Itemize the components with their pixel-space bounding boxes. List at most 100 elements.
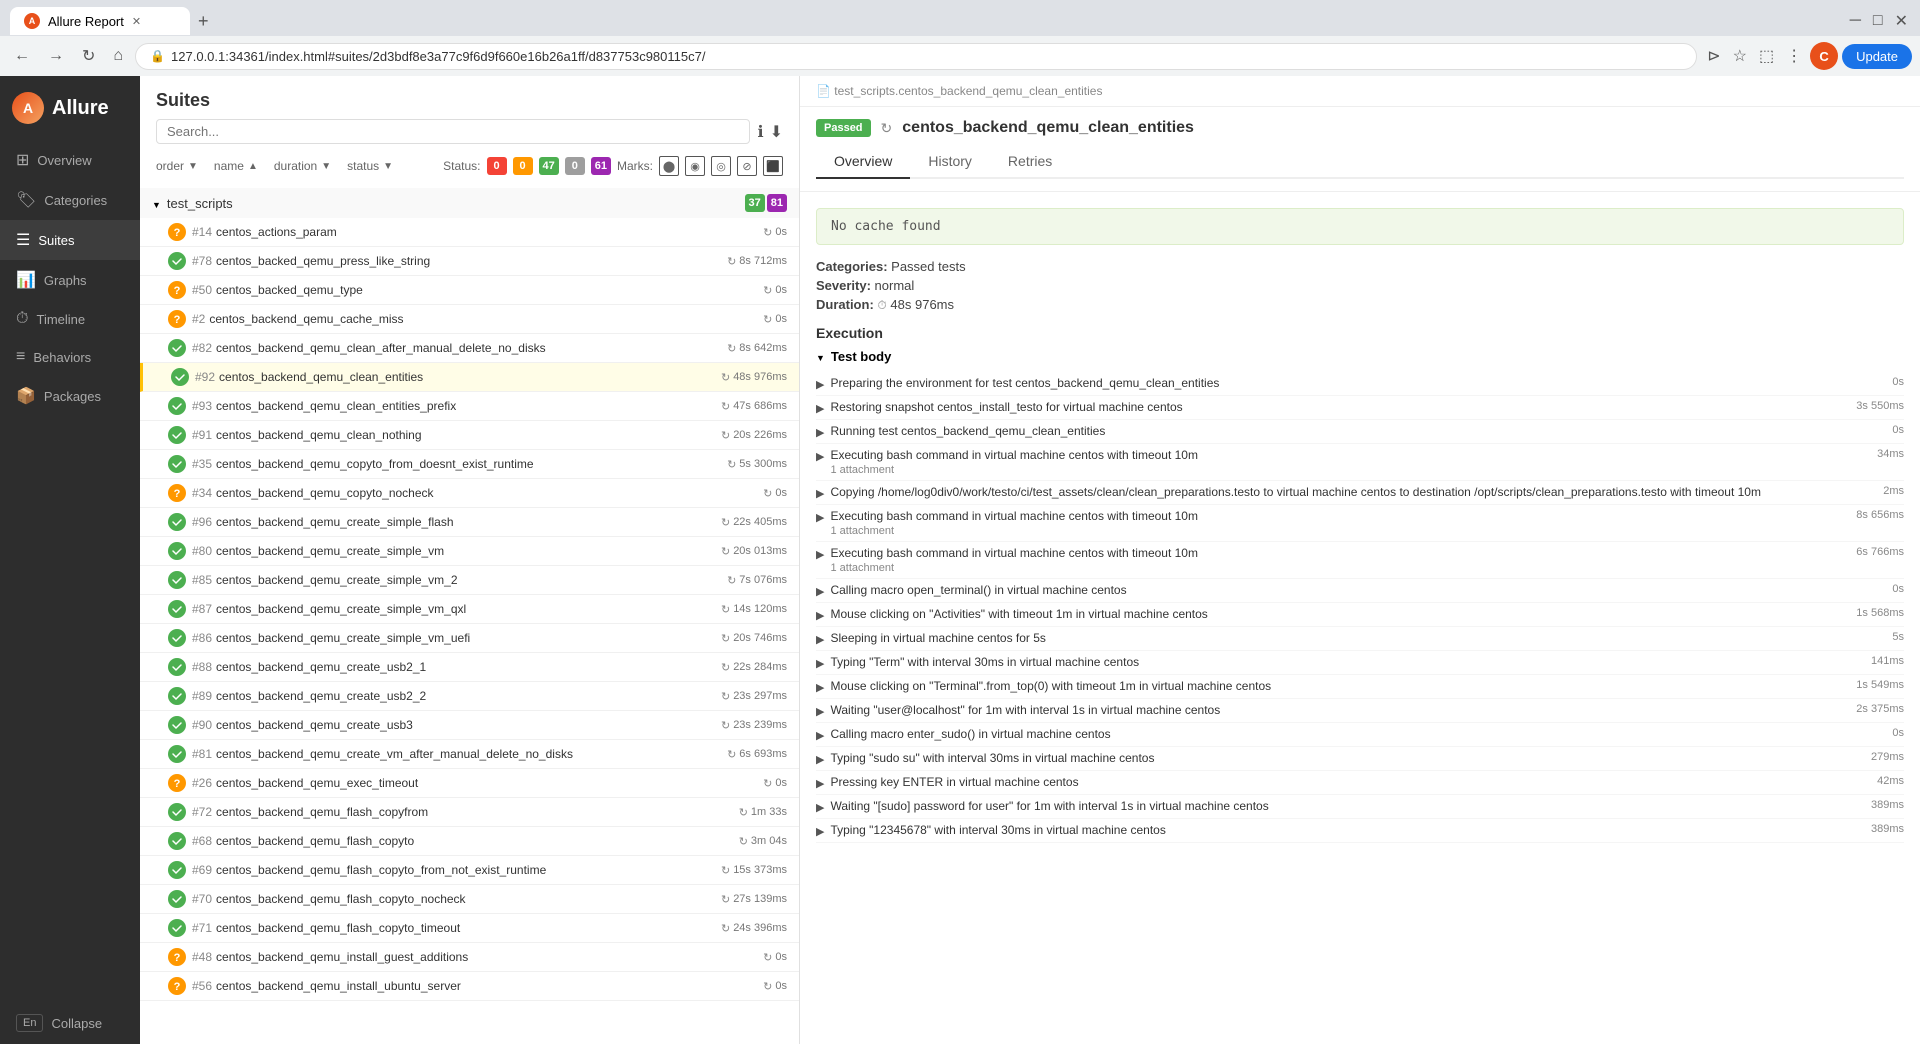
suite-item-name: centos_backend_qemu_create_simple_vm_qxl — [216, 602, 721, 616]
suite-item[interactable]: #96 centos_backend_qemu_create_simple_fl… — [140, 508, 799, 537]
suite-item[interactable]: #90 centos_backend_qemu_create_usb3 ↻ 23… — [140, 711, 799, 740]
step-chevron-icon[interactable]: ▶ — [816, 799, 824, 814]
step-chevron-icon[interactable]: ▶ — [816, 424, 824, 439]
step-chevron-icon[interactable]: ▶ — [816, 485, 824, 500]
mark-icon-4[interactable]: ⊘ — [737, 156, 757, 176]
sidebar-item-behaviors[interactable]: ≡ Behaviors — [0, 338, 140, 376]
sidebar-item-suites[interactable]: ☰ Suites — [0, 220, 140, 260]
minimize-button[interactable]: ─ — [1846, 8, 1865, 34]
sidebar-item-packages[interactable]: 📦 Packages — [0, 376, 140, 416]
collapse-button[interactable]: Collapse — [51, 1016, 102, 1031]
download-button[interactable]: ⬇ — [770, 122, 783, 142]
menu-button[interactable]: ⋮ — [1782, 42, 1806, 70]
no-cache-box: No cache found — [816, 208, 1904, 245]
step-chevron-icon[interactable]: ▶ — [816, 703, 824, 718]
sidebar-item-categories[interactable]: 🏷 Categories — [0, 180, 140, 220]
sidebar-item-label-graphs: Graphs — [44, 273, 87, 288]
filter-order[interactable]: order ▼ — [156, 159, 198, 173]
suite-item[interactable]: #93 centos_backend_qemu_clean_entities_p… — [140, 392, 799, 421]
step-chevron-icon[interactable]: ▶ — [816, 607, 824, 622]
tab-history[interactable]: History — [910, 145, 990, 179]
forward-button[interactable]: → — [42, 43, 70, 69]
filter-duration[interactable]: duration ▼ — [274, 159, 331, 173]
step-chevron-icon[interactable]: ▶ — [816, 448, 824, 463]
filter-duration-label: duration — [274, 159, 317, 173]
step-chevron-icon[interactable]: ▶ — [816, 775, 824, 790]
suite-item[interactable]: #85 centos_backend_qemu_create_simple_vm… — [140, 566, 799, 595]
language-selector[interactable]: En — [16, 1014, 43, 1032]
info-button[interactable]: ℹ — [758, 122, 764, 142]
step-chevron-icon[interactable]: ▶ — [816, 751, 824, 766]
suite-item[interactable]: #81 centos_backend_qemu_create_vm_after_… — [140, 740, 799, 769]
refresh-icon: ↻ — [721, 516, 730, 529]
home-button[interactable]: ⌂ — [107, 43, 129, 69]
maximize-button[interactable]: □ — [1869, 8, 1887, 34]
suite-item[interactable]: ? #56 centos_backend_qemu_install_ubuntu… — [140, 972, 799, 1001]
suite-item[interactable]: ? #48 centos_backend_qemu_install_guest_… — [140, 943, 799, 972]
suite-item[interactable]: #69 centos_backend_qemu_flash_copyto_fro… — [140, 856, 799, 885]
suite-item[interactable]: ? #26 centos_backend_qemu_exec_timeout ↻… — [140, 769, 799, 798]
step-chevron-icon[interactable]: ▶ — [816, 583, 824, 598]
refresh-icon: ↻ — [721, 864, 730, 877]
suite-item[interactable]: #82 centos_backend_qemu_clean_after_manu… — [140, 334, 799, 363]
tab-retries[interactable]: Retries — [990, 145, 1070, 179]
suite-item[interactable]: #71 centos_backend_qemu_flash_copyto_tim… — [140, 914, 799, 943]
filter-status[interactable]: status ▼ — [347, 159, 393, 173]
suite-item[interactable]: #72 centos_backend_qemu_flash_copyfrom ↻… — [140, 798, 799, 827]
step-chevron-icon[interactable]: ▶ — [816, 509, 824, 524]
mark-icon-5[interactable]: ⬛ — [763, 156, 783, 176]
back-button[interactable]: ← — [8, 43, 36, 69]
suite-item-duration: ↻ 0s — [763, 777, 787, 790]
suite-item[interactable]: #92 centos_backend_qemu_clean_entities ↻… — [140, 363, 799, 392]
suite-item[interactable]: #91 centos_backend_qemu_clean_nothing ↻ … — [140, 421, 799, 450]
suite-item[interactable]: #35 centos_backend_qemu_copyto_from_does… — [140, 450, 799, 479]
tab-overview[interactable]: Overview — [816, 145, 910, 179]
step-chevron-icon[interactable]: ▶ — [816, 376, 824, 391]
suite-item[interactable]: #89 centos_backend_qemu_create_usb2_2 ↻ … — [140, 682, 799, 711]
search-input[interactable] — [156, 119, 750, 144]
suite-item[interactable]: #70 centos_backend_qemu_flash_copyto_noc… — [140, 885, 799, 914]
step-chevron-icon[interactable]: ▶ — [816, 679, 824, 694]
step-item: ▶ Executing bash command in virtual mach… — [816, 444, 1904, 481]
active-tab[interactable]: A Allure Report ✕ — [10, 7, 190, 35]
step-chevron-icon[interactable]: ▶ — [816, 631, 824, 646]
test-body-header[interactable]: Test body — [816, 349, 1904, 364]
sidebar-item-timeline[interactable]: ⏱ Timeline — [0, 300, 140, 338]
suite-item[interactable]: ? #50 centos_backed_qemu_type ↻ 0s — [140, 276, 799, 305]
suite-item[interactable]: #87 centos_backend_qemu_create_simple_vm… — [140, 595, 799, 624]
suite-item[interactable]: #68 centos_backend_qemu_flash_copyto ↻ 3… — [140, 827, 799, 856]
suite-item[interactable]: #78 centos_backed_qemu_press_like_string… — [140, 247, 799, 276]
suite-item-id: #26 — [192, 776, 212, 790]
sidebar-item-overview[interactable]: ⊞ Overview — [0, 140, 140, 180]
profile-button[interactable]: C — [1810, 42, 1838, 70]
suite-item[interactable]: ? #34 centos_backend_qemu_copyto_nocheck… — [140, 479, 799, 508]
step-chevron-icon[interactable]: ▶ — [816, 823, 824, 838]
suite-item[interactable]: #80 centos_backend_qemu_create_simple_vm… — [140, 537, 799, 566]
mark-icon-3[interactable]: ◎ — [711, 156, 731, 176]
tab-close-button[interactable]: ✕ — [132, 15, 141, 28]
new-tab-button[interactable]: + — [190, 11, 217, 32]
cast-button[interactable]: ⊳ — [1703, 42, 1724, 70]
filter-name[interactable]: name ▲ — [214, 159, 258, 173]
step-item: ▶ Waiting "user@localhost" for 1m with i… — [816, 699, 1904, 723]
update-button[interactable]: Update — [1842, 44, 1912, 69]
suite-item[interactable]: #86 centos_backend_qemu_create_simple_vm… — [140, 624, 799, 653]
suite-item-duration: ↻ 3m 04s — [739, 835, 787, 848]
step-chevron-icon[interactable]: ▶ — [816, 546, 824, 561]
reload-button[interactable]: ↻ — [76, 42, 101, 70]
step-chevron-icon[interactable]: ▶ — [816, 655, 824, 670]
suite-item-duration: ↻ 8s 642ms — [727, 342, 787, 355]
mark-icon-2[interactable]: ◉ — [685, 156, 705, 176]
bookmark-button[interactable]: ☆ — [1729, 42, 1751, 70]
mark-icon-1[interactable]: ⬤ — [659, 156, 679, 176]
close-window-button[interactable]: ✕ — [1891, 7, 1912, 35]
suite-item[interactable]: ? #2 centos_backend_qemu_cache_miss ↻ 0s — [140, 305, 799, 334]
suite-group-test-scripts[interactable]: test_scripts 37 81 — [140, 188, 799, 218]
step-chevron-icon[interactable]: ▶ — [816, 400, 824, 415]
address-bar[interactable]: 🔒 127.0.0.1:34361/index.html#suites/2d3b… — [135, 43, 1697, 70]
step-chevron-icon[interactable]: ▶ — [816, 727, 824, 742]
suite-item[interactable]: ? #14 centos_actions_param ↻ 0s — [140, 218, 799, 247]
extension-button[interactable]: ⬚ — [1755, 42, 1778, 70]
sidebar-item-graphs[interactable]: 📊 Graphs — [0, 260, 140, 300]
suite-item[interactable]: #88 centos_backend_qemu_create_usb2_1 ↻ … — [140, 653, 799, 682]
